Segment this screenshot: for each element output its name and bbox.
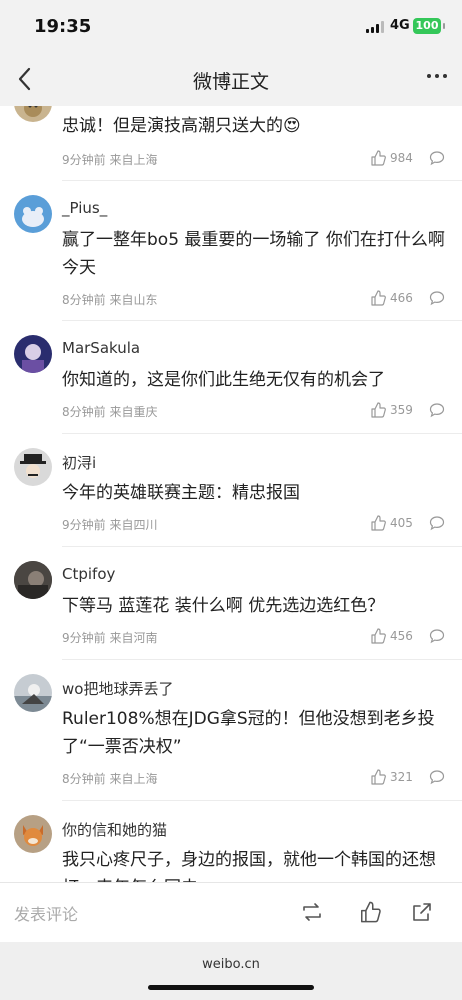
comment-location: 来自上海 — [109, 772, 158, 786]
browser-url-bar[interactable]: weibo.cn — [0, 942, 462, 1000]
divider — [62, 546, 462, 547]
like-count: 359 — [390, 403, 413, 417]
repost-icon[interactable] — [300, 901, 324, 923]
comment-username[interactable]: Ctpifoy — [62, 565, 115, 583]
thumbs-up-icon — [371, 150, 386, 166]
comment-text: 赢了一整年bo5 最重要的一场输了 你们在打什么啊今天 — [62, 230, 445, 278]
comment-text: 你知道的，这是你们此生绝无仅有的机会了 — [62, 370, 385, 390]
comment-time: 9分钟前 — [62, 631, 106, 645]
avatar[interactable] — [14, 674, 52, 712]
comment-meta: 9分钟前 来自河南 — [62, 629, 157, 646]
comment-time: 8分钟前 — [62, 293, 106, 307]
comment-username[interactable]: 你的信和她的猫 — [62, 819, 167, 840]
more-dots-icon — [427, 74, 447, 78]
like-count: 321 — [390, 770, 413, 784]
share-icon[interactable] — [411, 901, 433, 923]
reply-bubble-icon[interactable] — [429, 628, 445, 644]
comment-text: Ruler108%想在JDG拿S冠的！但他没想到老乡投了“一票否决权” — [62, 709, 435, 757]
comment-meta: 8分钟前 来自重庆 — [62, 403, 157, 420]
reply-bubble-icon[interactable] — [429, 769, 445, 785]
comment-location: 来自山东 — [109, 293, 158, 307]
comment-location: 来自河南 — [109, 631, 158, 645]
comment-input[interactable]: 发表评论 — [14, 901, 78, 925]
comment-username[interactable]: 初浔i — [62, 452, 96, 473]
more-button[interactable] — [426, 66, 448, 91]
comment-text: 忠诚！但是演技高潮只送大的😍 — [62, 116, 301, 136]
comment-text: 下等马 蓝莲花 装什么啊 优先选边选红色？ — [62, 596, 385, 616]
comment-time: 8分钟前 — [62, 405, 106, 419]
like-count: 405 — [390, 516, 413, 530]
thumbs-up-icon — [371, 402, 386, 418]
like-count: 984 — [390, 151, 413, 165]
comment-list: 忠诚！但是演技高潮只送大的😍 9分钟前 来自上海 984 _Pius_ 赢了一整… — [0, 106, 462, 882]
divider — [62, 659, 462, 660]
signal-icon — [366, 21, 386, 33]
avatar[interactable] — [14, 815, 52, 853]
comment-meta: 9分钟前 来自四川 — [62, 516, 157, 533]
divider — [62, 800, 462, 801]
reply-bubble-icon[interactable] — [429, 290, 445, 306]
comment-meta: 9分钟前 来自上海 — [62, 151, 157, 168]
comment-time: 9分钟前 — [62, 153, 106, 167]
bottom-action-bar: 发表评论 — [0, 882, 462, 943]
reply-bubble-icon[interactable] — [429, 515, 445, 531]
battery-icon: 100 — [413, 18, 445, 34]
avatar[interactable] — [14, 195, 52, 233]
thumbs-up-icon — [371, 515, 386, 531]
comment-meta: 8分钟前 来自山东 — [62, 291, 157, 308]
nav-bar: 微博正文 — [0, 52, 462, 106]
comment-text: 我只心疼尺子，身边的报国，就他一个韩国的还想打，来年怎么回去 — [62, 850, 436, 882]
status-time: 19:35 — [34, 16, 92, 37]
comment-text: 今年的英雄联赛主题：精忠报国 — [62, 483, 300, 503]
divider — [62, 433, 462, 434]
page-title: 微博正文 — [192, 71, 269, 93]
comment-meta: 8分钟前 来自上海 — [62, 770, 157, 787]
comment-time: 9分钟前 — [62, 518, 106, 532]
thumbs-up-icon — [371, 290, 386, 306]
thumbs-up-icon — [371, 628, 386, 644]
reply-bubble-icon[interactable] — [429, 150, 445, 166]
thumbs-up-icon — [371, 769, 386, 785]
divider — [62, 180, 462, 181]
network-label: 4G — [390, 18, 410, 33]
avatar[interactable] — [14, 448, 52, 486]
avatar[interactable] — [14, 335, 52, 373]
url-text: weibo.cn — [202, 957, 260, 972]
like-count: 466 — [390, 291, 413, 305]
comment-location: 来自上海 — [109, 153, 158, 167]
divider — [62, 320, 462, 321]
comment-username[interactable]: wo把地球弄丢了 — [62, 678, 173, 699]
comment-username[interactable]: MarSakula — [62, 339, 140, 357]
reply-bubble-icon[interactable] — [429, 402, 445, 418]
comment-username[interactable]: _Pius_ — [62, 199, 107, 217]
status-bar: 19:35 4G 100 — [0, 0, 462, 52]
comment-location: 来自重庆 — [109, 405, 158, 419]
avatar[interactable] — [14, 106, 52, 122]
thumbs-up-icon[interactable] — [358, 901, 382, 923]
home-indicator[interactable] — [148, 985, 314, 990]
comment-location: 来自四川 — [109, 518, 158, 532]
avatar[interactable] — [14, 561, 52, 599]
like-count: 456 — [390, 629, 413, 643]
comment-time: 8分钟前 — [62, 772, 106, 786]
